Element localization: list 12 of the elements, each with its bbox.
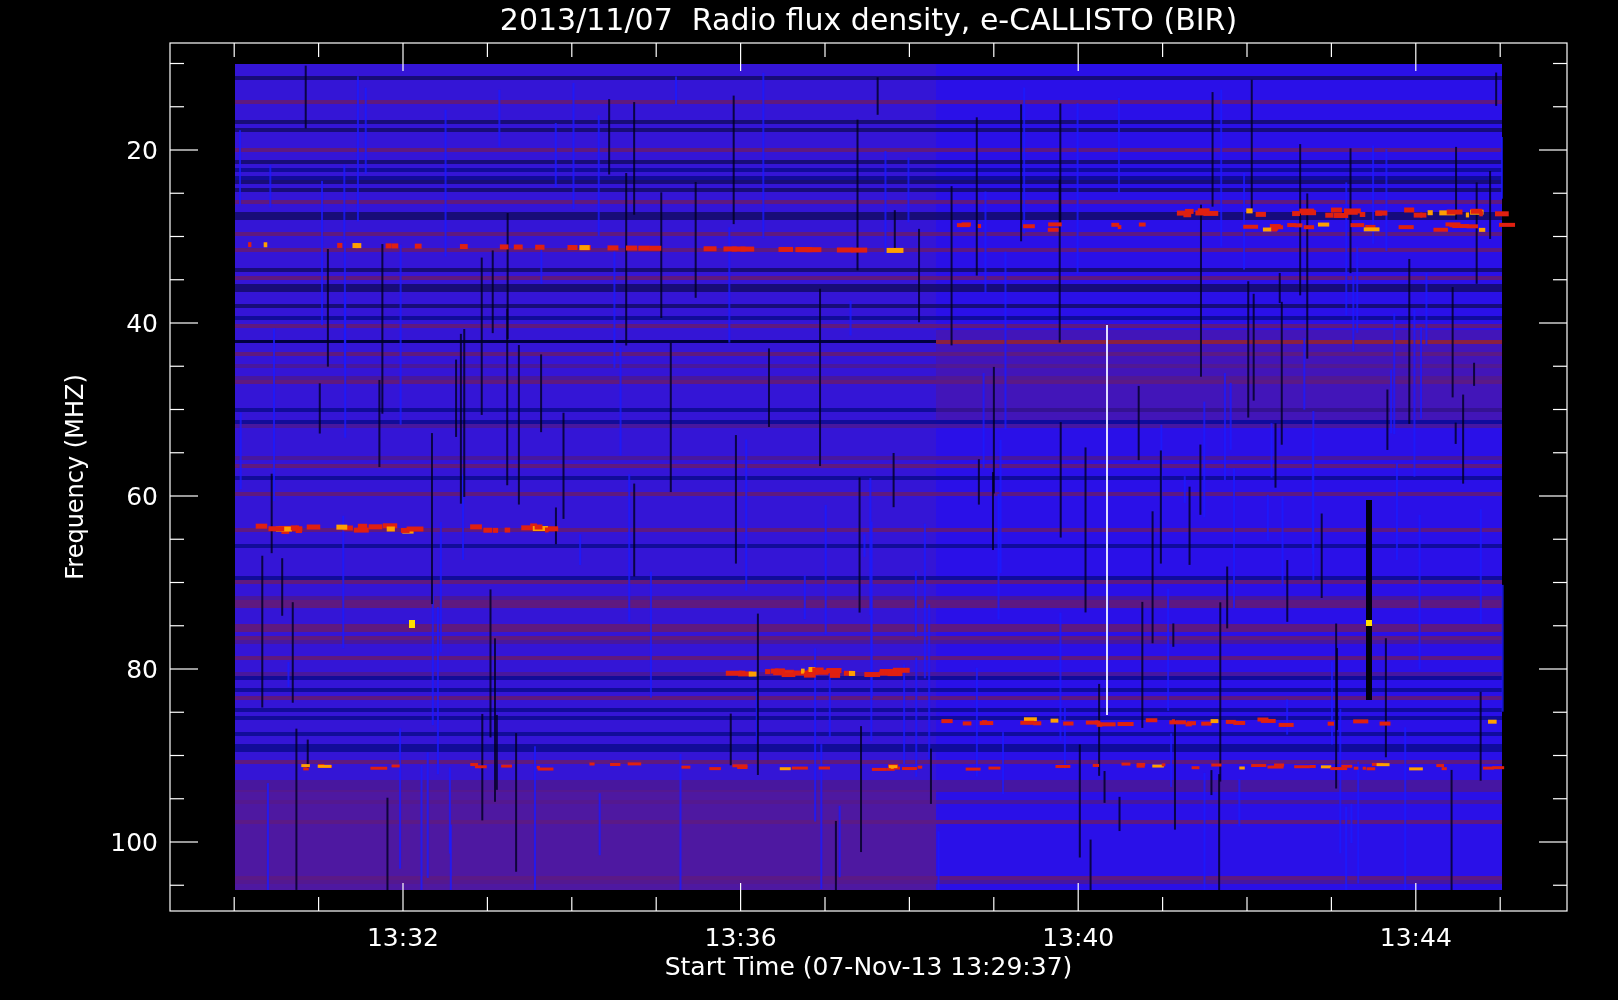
tick-label: 60 <box>126 482 158 511</box>
tick-label: 13:40 <box>1042 923 1115 952</box>
chart-title: 2013/11/07 Radio flux density, e-CALLISTO (BIR) <box>499 2 1238 37</box>
tick-label: 40 <box>126 309 158 338</box>
tick-label: 13:32 <box>367 923 439 952</box>
tick-label: 100 <box>110 828 158 857</box>
axis-title: Frequency (MHZ) <box>61 374 89 580</box>
tick-label: 13:36 <box>704 923 777 952</box>
tick-label: 80 <box>126 655 158 684</box>
axis-title: Start Time (07-Nov-13 13:29:37) <box>664 952 1073 981</box>
tick-label: 13:44 <box>1379 923 1452 952</box>
tick-label: 20 <box>126 136 158 165</box>
